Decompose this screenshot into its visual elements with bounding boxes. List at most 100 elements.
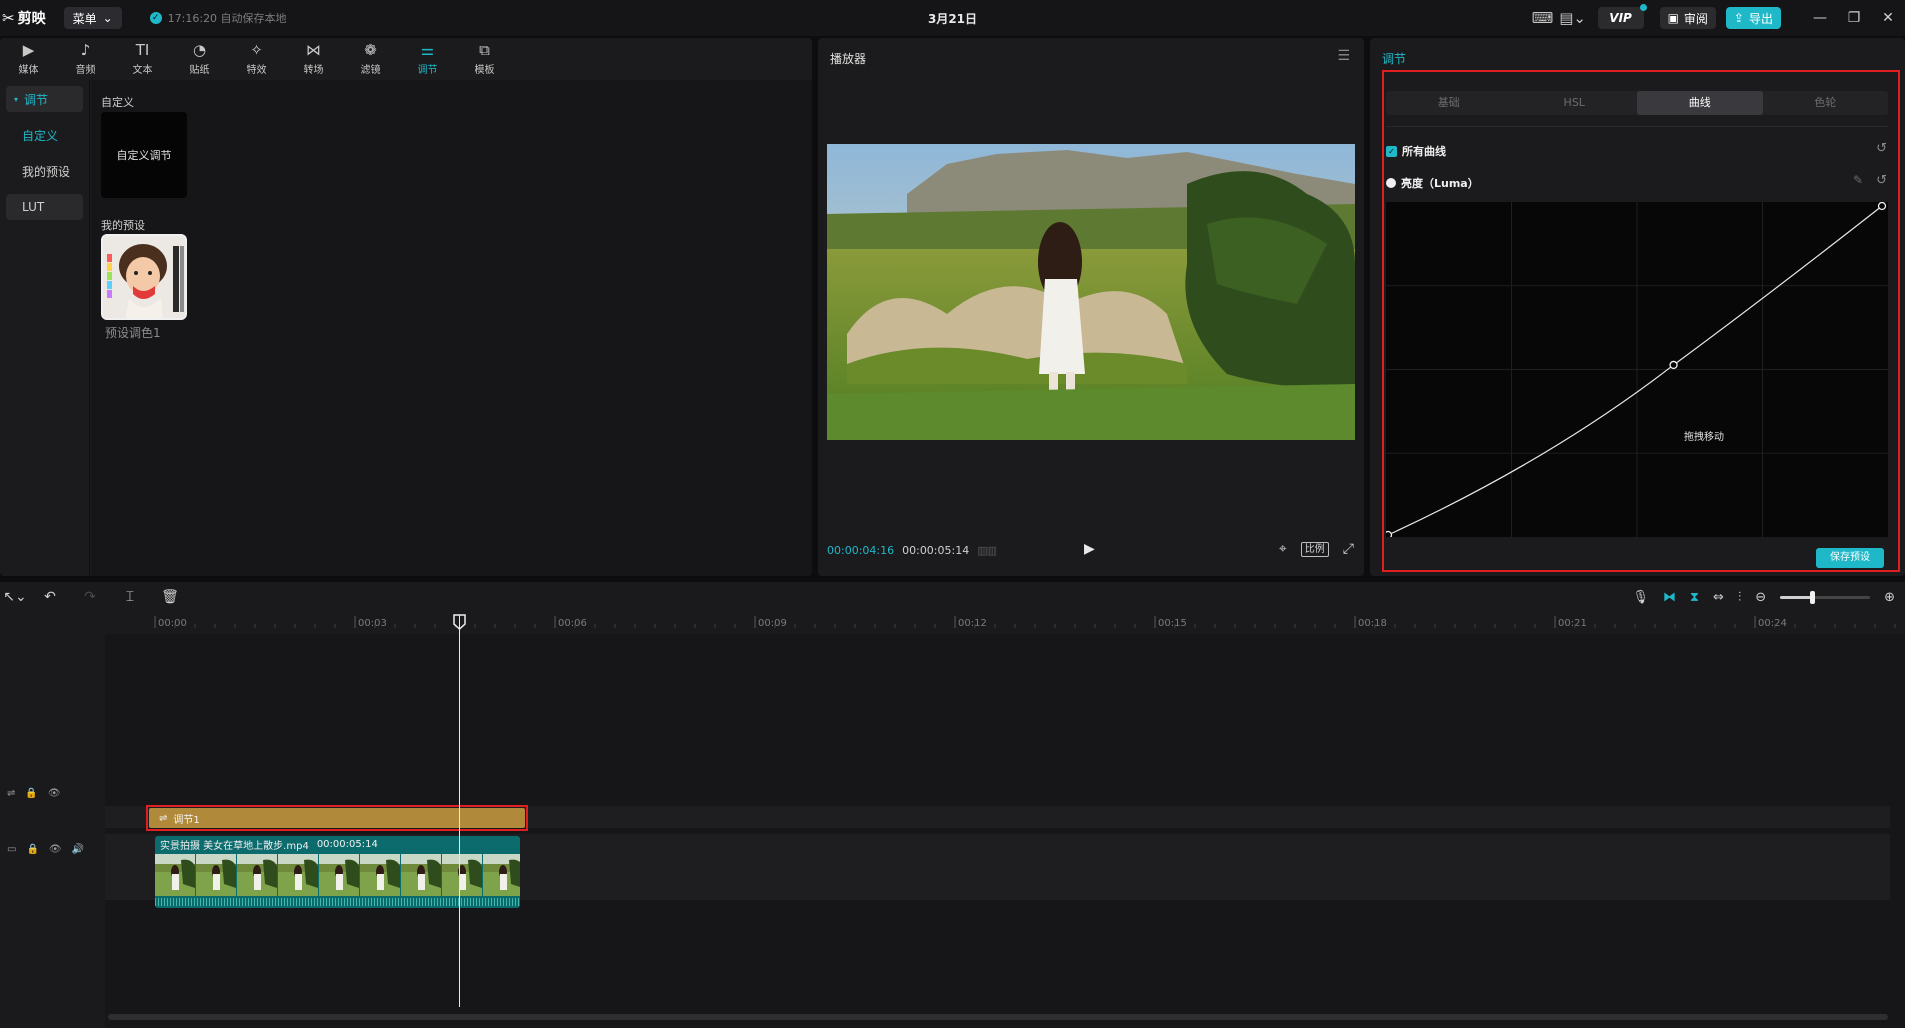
adjust-tab[interactable]: HSL [1512, 91, 1638, 115]
tool-tab-sticker[interactable]: ◔ 贴纸 [171, 38, 228, 80]
zoom-slider[interactable] [1780, 590, 1871, 604]
sub-nav-lut[interactable]: LUT [6, 194, 83, 220]
check-circle-icon: ✓ [149, 12, 162, 24]
fullscreen-icon[interactable]: ⤢ [1343, 541, 1354, 557]
clip-thumbnail [483, 854, 520, 896]
undo-icon[interactable]: ↶ [30, 589, 70, 605]
eye-icon[interactable]: 👁 [49, 844, 62, 855]
curve-graph[interactable] [1383, 201, 1888, 540]
sub-nav-my-presets[interactable]: 我的预设 [6, 158, 83, 184]
clip-thumbnail [319, 854, 359, 896]
sub-nav-custom[interactable]: 自定义 [6, 122, 83, 148]
adjust-panel: 调节 基础 HSL 曲线 色轮 ✓ 所有曲线 ↺ 亮度（Luma） ✎ ↺ 拖拽移动 … [1370, 38, 1905, 576]
adjust-track-header: ⇌ 🔒 👁 [0, 788, 61, 799]
tool-tab-label: 媒体 [18, 65, 39, 76]
title-bar: ✂ 剪映 菜单 ⌄ ✓ 17:16:20 自动保存本地 3月21日 ⌨ ▤⌄ V… [0, 0, 1905, 36]
preview-axis-icon[interactable]: ⫶ [1738, 590, 1741, 605]
track-area[interactable]: ⇌ 调节1 实景拍摄 美女在草地上散步.mp4 00:00:05:14 [105, 634, 1905, 1028]
tool-tab-audio[interactable]: ♪ 音频 [57, 38, 114, 80]
ratio-button[interactable]: 比例 [1300, 541, 1329, 557]
adjust-icon: ⚌ [420, 41, 435, 59]
tool-tab-label: 特效 [246, 65, 267, 76]
reset-all-curves-icon[interactable]: ↺ [1876, 141, 1887, 156]
split-icon[interactable]: ⌶ [110, 589, 150, 605]
auto-snap-icon[interactable]: ⧗ [1690, 590, 1699, 605]
vip-badge[interactable]: VIP [1597, 4, 1647, 29]
main-track-magnet-icon[interactable]: ⧓ [1663, 590, 1676, 605]
sub-nav-head-label: 调节 [24, 92, 49, 107]
playhead[interactable] [459, 615, 460, 1007]
preset-name: 预设调色1 [105, 326, 161, 340]
eyedropper-icon[interactable]: ✎ [1853, 173, 1863, 187]
layout-icon[interactable]: ▤⌄ [1558, 9, 1588, 27]
adjust-tab[interactable]: 色轮 [1763, 91, 1889, 115]
close-icon[interactable]: ✕ [1871, 10, 1905, 26]
reset-luma-icon[interactable]: ↺ [1876, 173, 1887, 188]
lock-icon[interactable]: 🔒 [25, 788, 37, 799]
clip-thumbnail [360, 854, 400, 896]
play-icon[interactable]: ▶ [1084, 541, 1095, 557]
audio-icon: ♪ [80, 41, 91, 59]
adjust-tab[interactable]: 基础 [1386, 91, 1512, 115]
curve-control-point[interactable] [1383, 530, 1393, 540]
time-ruler[interactable]: 00:00 00:03 00:06 00:09 00:12 00:15 00:18 00:21… [105, 612, 1905, 634]
lock-icon[interactable]: 🔒 [26, 844, 38, 855]
curve-editor[interactable]: 拖拽移动 [1383, 201, 1888, 540]
save-preset-button[interactable]: 保存预设 [1816, 548, 1884, 568]
tool-tab-label: 转场 [303, 65, 324, 76]
link-icon[interactable]: ⇔ [1713, 590, 1724, 605]
maximize-icon[interactable]: ❐ [1837, 10, 1871, 26]
tool-tab-transition[interactable]: ⋈ 转场 [285, 38, 342, 80]
preset-thumbnail[interactable] [101, 234, 187, 320]
divider [1386, 126, 1888, 127]
tool-tab-template[interactable]: ⧉ 模板 [456, 38, 513, 80]
all-curves-row[interactable]: ✓ 所有曲线 [1386, 143, 1446, 159]
video-clip[interactable]: 实景拍摄 美女在草地上散步.mp4 00:00:05:14 [155, 836, 520, 908]
curve-control-point[interactable] [1669, 360, 1678, 370]
app-logo: ✂ 剪映 [2, 8, 46, 28]
video-track-icon: ▭ [7, 844, 17, 855]
zoom-slider-handle[interactable] [1809, 590, 1815, 604]
tool-tab-filter[interactable]: ❁ 滤镜 [342, 38, 399, 80]
filter-icon: ❁ [364, 41, 377, 59]
luma-row[interactable]: 亮度（Luma） [1386, 175, 1479, 191]
tool-tab-media[interactable]: ▶ 媒体 [0, 38, 57, 80]
notification-dot [1639, 4, 1647, 11]
menu-label: 菜单 [72, 11, 97, 26]
adjust-clip-icon: ⇌ [159, 812, 168, 824]
review-icon: ▣ [1667, 11, 1679, 25]
delete-icon[interactable]: 🗑 [150, 589, 190, 605]
timecode: 00:00:04:16 00:00:05:14 ▥▥ [827, 544, 997, 557]
clip-thumbnail [237, 854, 277, 896]
clip-thumbnail [196, 854, 236, 896]
menu-button[interactable]: 菜单 ⌄ [63, 7, 122, 29]
minimize-icon[interactable]: — [1803, 10, 1837, 26]
custom-adjust-card[interactable]: 自定义调节 [101, 112, 187, 198]
volume-icon[interactable]: 🔊 [72, 844, 84, 855]
clip-thumbnail [155, 854, 195, 896]
timeline-preview-icon[interactable]: ▥▥ [977, 544, 997, 557]
checkbox-checked-icon[interactable]: ✓ [1386, 145, 1397, 157]
adjust-tab[interactable]: 曲线 [1637, 91, 1763, 115]
export-button[interactable]: ⇪ 导出 [1725, 7, 1781, 29]
tool-tab-text[interactable]: TI 文本 [114, 38, 171, 80]
focus-icon[interactable]: ⌖ [1279, 541, 1287, 557]
video-preview[interactable] [827, 144, 1355, 440]
video-frame-image [827, 144, 1355, 440]
horizontal-scrollbar[interactable] [108, 1014, 1888, 1020]
zoom-in-icon[interactable]: ⊕ [1884, 590, 1895, 605]
keyboard-shortcuts-icon[interactable]: ⌨ [1528, 9, 1558, 27]
adjust-clip[interactable]: ⇌ 调节1 [149, 808, 525, 828]
hamburger-menu-icon[interactable]: ☰ [1337, 48, 1350, 64]
text-icon: TI [135, 41, 150, 59]
eye-icon[interactable]: 👁 [48, 788, 61, 799]
curve-control-point[interactable] [1877, 201, 1887, 211]
sub-nav-adjust-head[interactable]: ▾ 调节 [6, 86, 83, 112]
tool-tab-effects[interactable]: ✧ 特效 [228, 38, 285, 80]
microphone-icon[interactable]: 🎙 [1632, 590, 1649, 605]
tool-tab-adjust[interactable]: ⚌ 调节 [399, 38, 456, 80]
zoom-out-icon[interactable]: ⊖ [1755, 590, 1766, 605]
review-button[interactable]: ▣ 审阅 [1659, 7, 1716, 29]
redo-icon[interactable]: ↷ [70, 589, 110, 605]
select-tool-icon[interactable]: ↖⌄ [0, 589, 30, 605]
